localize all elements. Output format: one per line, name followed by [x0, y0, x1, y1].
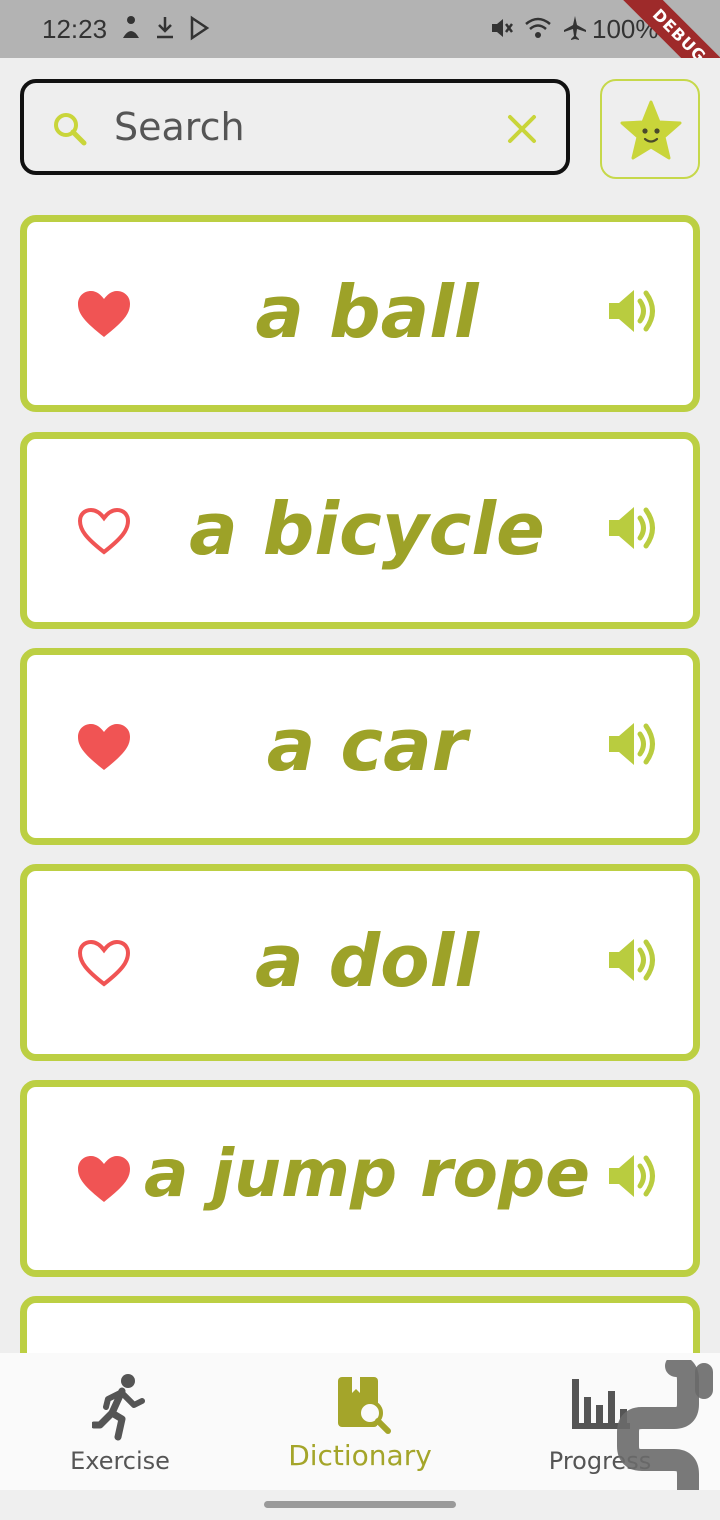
app-store-watermark-icon	[617, 1360, 713, 1507]
favorites-button[interactable]	[600, 79, 700, 179]
word-card[interactable]: a ball	[20, 215, 700, 412]
heart-filled-icon[interactable]	[75, 721, 133, 773]
word-text: a bicycle	[189, 487, 545, 571]
word-text: a car	[266, 703, 468, 787]
nav-label: Dictionary	[288, 1439, 432, 1472]
close-icon[interactable]	[504, 111, 540, 147]
heart-filled-icon[interactable]	[75, 1153, 133, 1205]
status-bar: 12:23 100% DEBUG	[0, 0, 720, 58]
speaker-icon[interactable]	[607, 1151, 659, 1201]
search-icon	[54, 113, 87, 146]
download-icon	[157, 17, 173, 39]
airplane-icon	[564, 16, 586, 40]
status-time: 12:23	[42, 14, 108, 44]
dictionary-search-icon	[338, 1377, 391, 1434]
speaker-icon[interactable]	[607, 503, 659, 553]
word-text: a ball	[255, 270, 479, 354]
speaker-icon[interactable]	[607, 286, 659, 336]
gesture-bar	[0, 1490, 720, 1520]
person-icon	[123, 16, 139, 38]
heart-outline-icon[interactable]	[75, 937, 133, 989]
nav-label: Exercise	[70, 1447, 170, 1475]
word-text: a doll	[254, 919, 479, 1003]
word-card[interactable]: a doll	[20, 864, 700, 1061]
word-card-partial[interactable]	[20, 1296, 700, 1353]
heart-filled-icon[interactable]	[75, 288, 133, 340]
word-card[interactable]: a bicycle	[20, 432, 700, 629]
word-card[interactable]: a jump rope	[20, 1080, 700, 1277]
mute-icon	[492, 19, 513, 37]
search-box[interactable]	[20, 79, 570, 175]
nav-item-exercise[interactable]: Exercise	[40, 1353, 200, 1490]
speaker-icon[interactable]	[607, 719, 659, 769]
word-list[interactable]: a ball a bicycle a car a doll a jump rop…	[0, 215, 720, 1353]
heart-outline-icon[interactable]	[75, 505, 133, 557]
word-card[interactable]: a car	[20, 648, 700, 845]
running-person-icon	[92, 1374, 145, 1441]
status-left-icons	[120, 14, 210, 42]
search-input[interactable]	[114, 99, 494, 155]
nav-item-dictionary[interactable]: Dictionary	[270, 1353, 450, 1490]
status-right-icons	[490, 14, 588, 42]
home-indicator[interactable]	[264, 1501, 456, 1508]
word-text: a jump rope	[143, 1135, 590, 1212]
play-store-icon	[190, 15, 210, 41]
star-face-icon	[620, 100, 682, 160]
speaker-icon[interactable]	[607, 935, 659, 985]
wifi-icon	[525, 17, 551, 38]
